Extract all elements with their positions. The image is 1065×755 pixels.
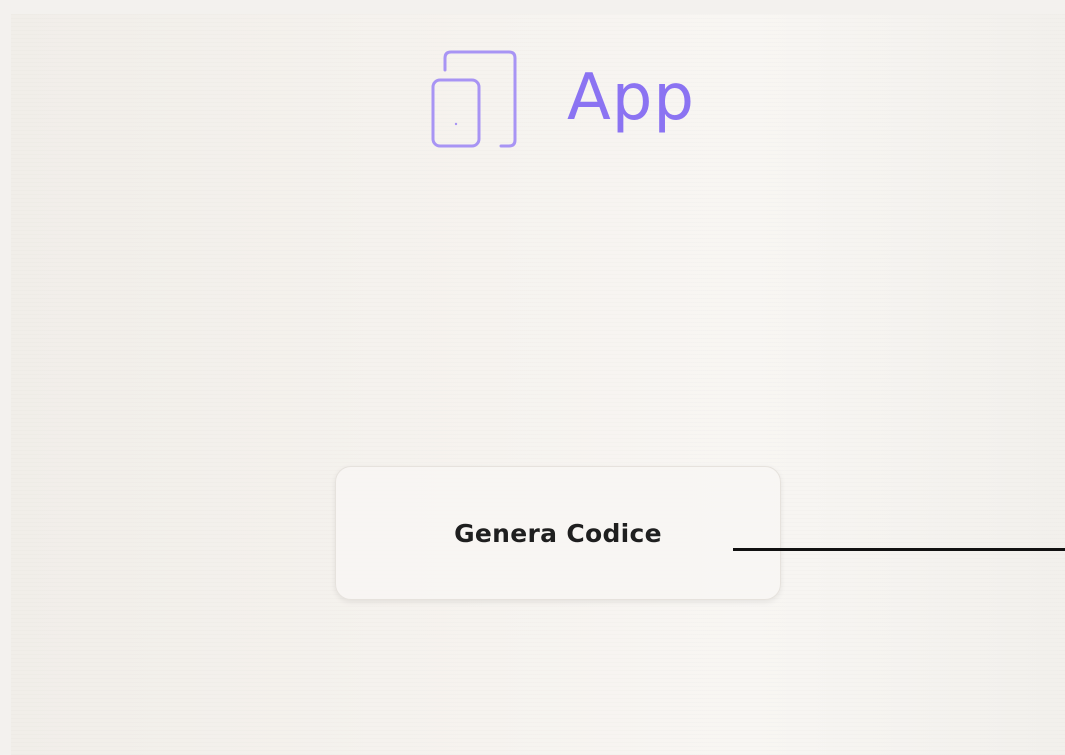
cursor-line — [733, 548, 1065, 551]
generate-code-button-label: Genera Codice — [454, 518, 662, 548]
app-title: App — [567, 61, 696, 135]
devices-icon — [431, 50, 517, 148]
generate-code-button[interactable]: Genera Codice — [335, 466, 781, 600]
app-screen: App Genera Codice — [11, 14, 1065, 755]
